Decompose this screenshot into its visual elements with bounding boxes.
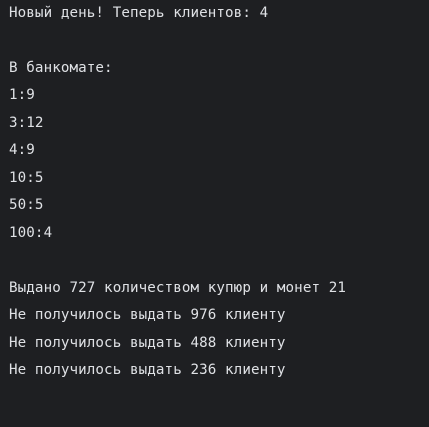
console-line-failed-488: Не получилось выдать 488 клиенту (9, 335, 286, 351)
console-line-issued: Выдано 727 количеством купюр и монет 21 (9, 280, 347, 296)
console-line-failed-236: Не получилось выдать 236 клиенту (9, 362, 286, 378)
console-line-denom-4: 4:9 (9, 142, 35, 158)
console-line-failed-976: Не получилось выдать 976 клиенту (9, 307, 286, 323)
console-line-denom-1: 1:9 (9, 87, 35, 103)
console-output[interactable]: Новый день! Теперь клиентов: 4 В банкома… (0, 0, 429, 427)
console-line-denom-10: 10:5 (9, 170, 44, 186)
console-line-atm-header: В банкомате: (9, 60, 113, 76)
console-line-new-day: Новый день! Теперь клиентов: 4 (9, 5, 269, 21)
console-line-denom-3: 3:12 (9, 115, 44, 131)
console-line-denom-50: 50:5 (9, 197, 44, 213)
console-line-denom-100: 100:4 (9, 225, 53, 241)
